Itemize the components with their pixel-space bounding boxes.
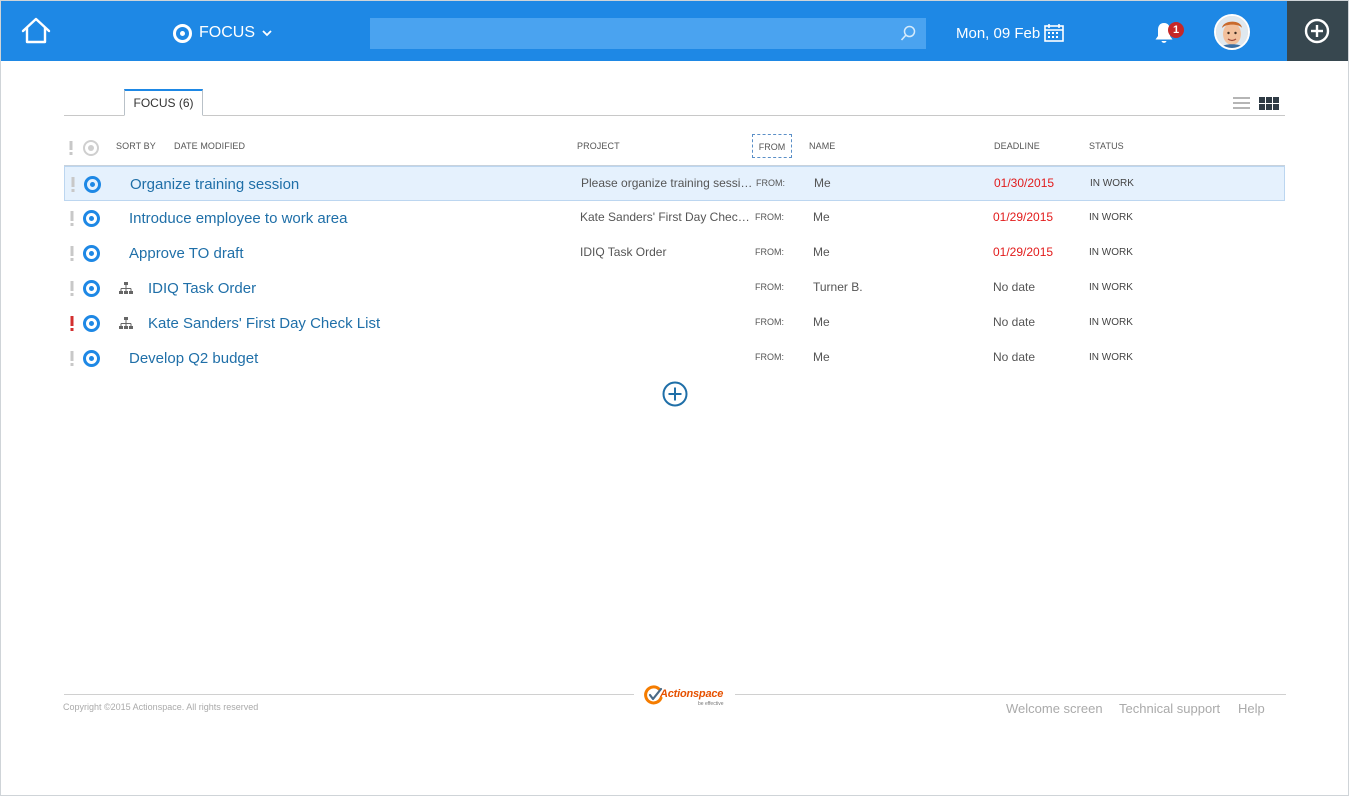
focus-target-icon[interactable] — [83, 350, 100, 367]
from-label: FROM: — [756, 178, 785, 188]
grid-view-icon[interactable] — [1259, 97, 1279, 110]
task-status: IN WORK — [1089, 282, 1133, 293]
task-owner: Me — [814, 176, 831, 190]
task-owner: Me — [813, 315, 830, 329]
avatar[interactable] — [1214, 14, 1250, 50]
top-bar: FOCUS Mon, 09 Feb 1 — [1, 1, 1348, 61]
calendar-icon[interactable] — [1043, 23, 1065, 43]
current-date: Mon, 09 Feb — [956, 23, 1065, 43]
task-project: Kate Sanders' First Day Check List — [580, 210, 754, 224]
table-row[interactable]: Introduce employee to work area Kate Sand… — [64, 201, 1285, 236]
logo-tagline: be effective — [698, 701, 724, 707]
task-owner: Me — [813, 350, 830, 364]
focus-target-icon[interactable] — [83, 315, 100, 332]
task-status: IN WORK — [1089, 212, 1133, 223]
column-from[interactable]: FROM — [752, 134, 792, 158]
footer-divider-right — [735, 694, 1286, 695]
search-box — [370, 18, 926, 49]
list-view-icon[interactable] — [1233, 97, 1250, 109]
date-label: Mon, 09 Feb — [956, 24, 1041, 42]
focus-target-icon[interactable] — [83, 245, 100, 262]
table-row[interactable]: Develop Q2 budget FROM: Me No date IN WORK — [64, 341, 1285, 376]
from-label: FROM: — [755, 212, 784, 222]
task-status: IN WORK — [1089, 317, 1133, 328]
task-owner: Me — [813, 210, 830, 224]
focus-target-icon[interactable] — [84, 176, 101, 193]
logo-text: Actionspace — [660, 688, 724, 700]
priority-icon[interactable] — [69, 350, 75, 367]
task-deadline: 01/30/2015 — [994, 176, 1055, 190]
table-row[interactable]: Approve TO draft IDIQ Task Order FROM: Me 01… — [64, 236, 1285, 271]
from-label: FROM: — [755, 317, 784, 327]
task-deadline: No date — [993, 315, 1036, 329]
priority-icon[interactable] — [69, 245, 75, 262]
table-row[interactable]: Kate Sanders' First Day Check List FROM: M… — [64, 306, 1285, 341]
priority-icon[interactable] — [69, 210, 75, 227]
focus-dropdown-label: FOCUS — [199, 24, 255, 41]
plus-circle-icon — [1304, 18, 1330, 44]
task-owner: Turner B. — [813, 280, 863, 294]
focus-header-icon[interactable] — [83, 140, 99, 156]
task-project: Please organize training session for the… — [581, 176, 755, 190]
priority-icon[interactable] — [69, 315, 75, 332]
help-link[interactable]: Help — [1238, 701, 1265, 716]
column-date-modified[interactable]: DATE MODIFIED — [174, 141, 245, 151]
task-title[interactable]: Kate Sanders' First Day Check List — [148, 315, 380, 332]
task-status: IN WORK — [1089, 352, 1133, 363]
from-label: FROM: — [755, 282, 784, 292]
column-project[interactable]: PROJECT — [577, 141, 620, 151]
search-icon[interactable] — [900, 25, 916, 42]
from-label: FROM: — [755, 352, 784, 362]
task-title[interactable]: Organize training session — [130, 176, 299, 193]
priority-icon[interactable] — [69, 280, 75, 297]
task-title[interactable]: Approve TO draft — [129, 245, 244, 262]
column-name[interactable]: NAME — [809, 141, 835, 151]
tab-bar-divider — [64, 115, 1285, 116]
task-title[interactable]: Introduce employee to work area — [129, 210, 347, 227]
task-deadline: No date — [993, 280, 1036, 294]
copyright-text: Copyright ©2015 Actionspace. All rights … — [63, 702, 259, 712]
subtasks-tree-icon — [119, 317, 133, 329]
priority-header-icon[interactable] — [68, 140, 74, 156]
focus-dropdown[interactable]: FOCUS — [173, 21, 273, 45]
welcome-screen-link[interactable]: Welcome screen — [1006, 701, 1103, 716]
table-row[interactable]: Organize training session Please organize… — [64, 166, 1285, 201]
footer-divider-left — [64, 694, 634, 695]
task-deadline: 01/29/2015 — [993, 245, 1054, 259]
tab-focus[interactable]: FOCUS (6) — [124, 89, 203, 116]
chevron-down-icon — [262, 30, 272, 37]
column-status[interactable]: STATUS — [1089, 141, 1124, 151]
task-title[interactable]: IDIQ Task Order — [148, 280, 256, 297]
task-deadline: 01/29/2015 — [993, 210, 1054, 224]
task-title[interactable]: Develop Q2 budget — [129, 350, 258, 367]
home-icon[interactable] — [21, 17, 51, 45]
task-deadline: No date — [993, 350, 1036, 364]
priority-icon[interactable] — [70, 176, 76, 193]
search-input[interactable] — [370, 18, 926, 49]
task-project: IDIQ Task Order — [580, 245, 667, 259]
add-task-icon[interactable] — [662, 381, 688, 407]
create-button[interactable] — [1287, 1, 1348, 61]
task-owner: Me — [813, 245, 830, 259]
actionspace-logo: Actionspace be effective — [644, 683, 730, 709]
focus-target-icon[interactable] — [83, 210, 100, 227]
sort-by-label: SORT BY — [116, 141, 156, 151]
column-deadline[interactable]: DEADLINE — [994, 141, 1040, 151]
focus-target-icon[interactable] — [83, 280, 100, 297]
task-status: IN WORK — [1090, 178, 1134, 189]
notification-badge: 1 — [1168, 22, 1184, 38]
focus-target-icon — [173, 23, 192, 43]
task-status: IN WORK — [1089, 247, 1133, 258]
subtasks-tree-icon — [119, 282, 133, 294]
table-row[interactable]: IDIQ Task Order FROM: Turner B. No date IN W… — [64, 271, 1285, 306]
from-label: FROM: — [755, 247, 784, 257]
technical-support-link[interactable]: Technical support — [1119, 701, 1220, 716]
